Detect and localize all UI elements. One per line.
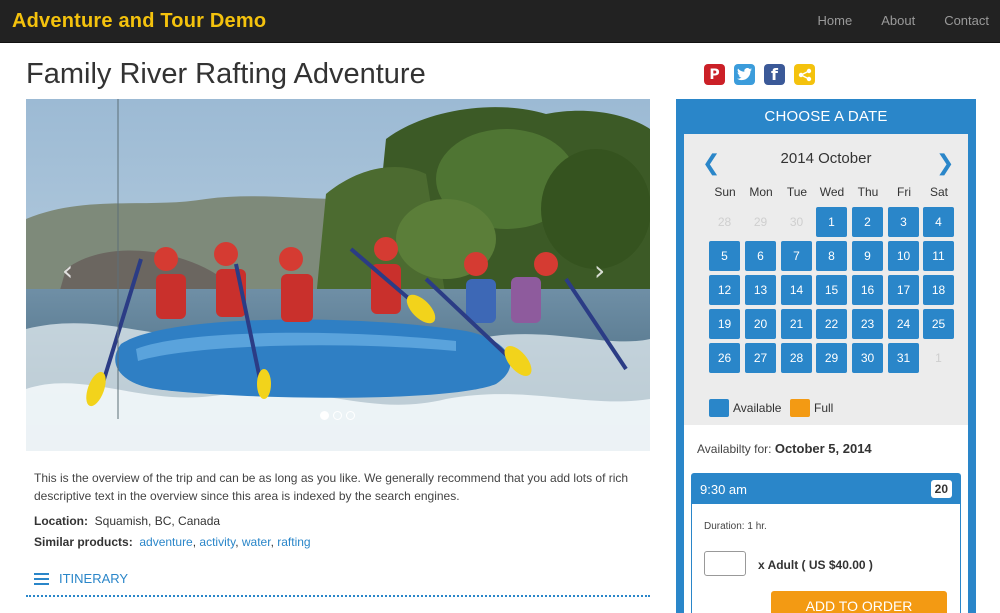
rafting-photo [26, 99, 650, 451]
nav-home-link[interactable]: Home [818, 13, 853, 28]
time-slot-card: 9:30 am 20 Duration: 1 hr. x Adult ( US … [691, 473, 961, 613]
weekday-fri: Fri [897, 185, 911, 199]
page-title: Family River Rafting Adventure [26, 58, 426, 90]
trip-photo-slideshow[interactable]: ‹ › [26, 99, 650, 451]
calendar-day-3[interactable]: 3 [888, 207, 919, 237]
available-swatch [709, 399, 729, 417]
tag-link-rafting[interactable]: rafting [277, 535, 310, 549]
slots-remaining-badge: 20 [930, 480, 952, 498]
calendar-day-20[interactable]: 20 [745, 309, 776, 339]
nav-about-link[interactable]: About [881, 13, 915, 28]
weekday-thu: Thu [857, 185, 879, 199]
calendar-day-27[interactable]: 27 [745, 343, 776, 373]
adult-quantity-input[interactable] [704, 551, 746, 576]
slide-dot-3[interactable] [346, 411, 355, 420]
weekday-wed: Wed [819, 185, 845, 199]
calendar-day-11[interactable]: 11 [923, 241, 954, 271]
booking-widget: CHOOSE A DATE ❮ 2014 October ❯ Available… [676, 99, 976, 613]
pinterest-icon[interactable]: P [704, 64, 725, 85]
facebook-icon[interactable]: f [764, 64, 785, 85]
calendar-day-10[interactable]: 10 [888, 241, 919, 271]
prev-month-day: 30 [789, 215, 804, 229]
calendar-day-18[interactable]: 18 [923, 275, 954, 305]
slide-dot-1[interactable] [320, 411, 329, 420]
main-nav: Home About Contact [789, 13, 989, 28]
date-calendar: ❮ 2014 October ❯ Available Full Sun Mon Tu… [684, 134, 968, 425]
slide-dot-2[interactable] [333, 411, 342, 420]
itinerary-toggle[interactable]: ITINERARY [34, 571, 128, 586]
availability-panel: Availabilty for: October 5, 2014 9:30 am… [684, 425, 968, 613]
calendar-day-19[interactable]: 19 [709, 309, 740, 339]
calendar-day-28[interactable]: 28 [781, 343, 812, 373]
slide-indicators [320, 411, 355, 420]
tag-link-adventure[interactable]: adventure [139, 535, 192, 549]
nav-contact-link[interactable]: Contact [944, 13, 989, 28]
share-icons: P f [704, 64, 815, 85]
calendar-day-17[interactable]: 17 [888, 275, 919, 305]
calendar-day-5[interactable]: 5 [709, 241, 740, 271]
prev-slide-button[interactable]: ‹ [62, 254, 73, 287]
choose-date-header: CHOOSE A DATE [764, 108, 888, 125]
calendar-day-8[interactable]: 8 [816, 241, 847, 271]
calendar-day-29[interactable]: 29 [816, 343, 847, 373]
legend-full: Full [790, 399, 833, 417]
prev-month-day: 28 [717, 215, 732, 229]
menu-icon [34, 572, 49, 585]
availability-label: Availabilty for: [697, 442, 772, 456]
calendar-day-1[interactable]: 1 [816, 207, 847, 237]
similar-products-label: Similar products: [34, 535, 133, 549]
legend-full-label: Full [814, 401, 834, 415]
availability-date: October 5, 2014 [774, 441, 872, 456]
calendar-day-22[interactable]: 22 [816, 309, 847, 339]
weekday-mon: Mon [749, 185, 773, 199]
next-slide-button[interactable]: › [594, 254, 605, 287]
itinerary-label: ITINERARY [59, 571, 129, 586]
weekday-sun: Sun [714, 185, 736, 199]
calendar-day-31[interactable]: 31 [888, 343, 919, 373]
calendar-day-14[interactable]: 14 [781, 275, 812, 305]
tag-link-water[interactable]: water [242, 535, 271, 549]
weekday-sat: Sat [929, 185, 948, 199]
calendar-day-9[interactable]: 9 [852, 241, 883, 271]
calendar-day-16[interactable]: 16 [852, 275, 883, 305]
availability-row: Availabilty for: October 5, 2014 [697, 441, 872, 456]
calendar-day-6[interactable]: 6 [745, 241, 776, 271]
calendar-day-7[interactable]: 7 [781, 241, 812, 271]
brand-logo[interactable]: Adventure and Tour Demo [12, 10, 266, 33]
full-swatch [790, 399, 810, 417]
calendar-day-26[interactable]: 26 [709, 343, 740, 373]
next-month-icon[interactable]: ❯ [936, 151, 954, 176]
calendar-day-13[interactable]: 13 [745, 275, 776, 305]
weekday-tue: Tue [786, 185, 808, 199]
add-to-order-button[interactable]: ADD TO ORDER [771, 591, 947, 613]
calendar-day-25[interactable]: 25 [923, 309, 954, 339]
legend-available-label: Available [733, 401, 782, 415]
duration-text: Duration: 1 hr. [704, 521, 767, 532]
location-label: Location: [34, 514, 88, 528]
time-slot-header[interactable]: 9:30 am 20 [692, 474, 960, 504]
calendar-day-4[interactable]: 4 [923, 207, 954, 237]
calendar-day-21[interactable]: 21 [781, 309, 812, 339]
calendar-day-15[interactable]: 15 [816, 275, 847, 305]
location-row: Location: Squamish, BC, Canada [34, 514, 220, 528]
calendar-day-23[interactable]: 23 [852, 309, 883, 339]
adult-price-label: x Adult ( US $40.00 ) [758, 558, 873, 572]
calendar-day-12[interactable]: 12 [709, 275, 740, 305]
legend-available: Available [709, 399, 781, 417]
calendar-month-title: 2014 October [780, 150, 872, 167]
similar-products-row: Similar products: adventure, activity, w… [34, 535, 311, 549]
itinerary-divider [26, 595, 650, 597]
calendar-day-24[interactable]: 24 [888, 309, 919, 339]
trip-overview-text: This is the overview of the trip and can… [34, 471, 629, 503]
tag-link-activity[interactable]: activity [199, 535, 235, 549]
location-value: Squamish, BC, Canada [94, 514, 221, 528]
calendar-day-30[interactable]: 30 [852, 343, 883, 373]
prev-month-day: 29 [753, 215, 768, 229]
share-icon[interactable] [794, 64, 815, 85]
calendar-day-2[interactable]: 2 [852, 207, 883, 237]
slot-time: 9:30 am [700, 481, 747, 497]
twitter-icon[interactable] [734, 64, 755, 85]
top-navbar: Adventure and Tour Demo Home About Conta… [0, 0, 1000, 43]
next-month-day: 1 [935, 351, 942, 365]
